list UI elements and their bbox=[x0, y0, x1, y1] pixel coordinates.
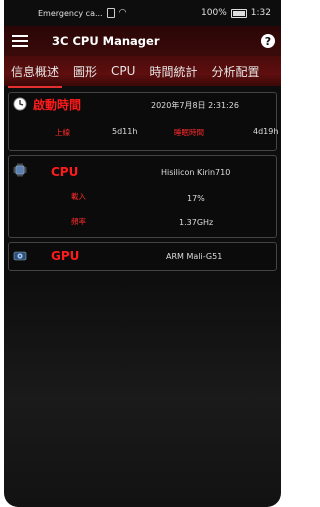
tab-graph[interactable]: 圖形 bbox=[66, 63, 104, 80]
boot-datetime: 2020年7月8日 2:31:26 bbox=[151, 101, 239, 110]
cpu-freq-label: 頻率 bbox=[71, 217, 86, 226]
uptime-card: 啟動時間 2020年7月8日 2:31:26 上線 5d11h 睡眠時間 4d1… bbox=[8, 92, 279, 151]
status-bar: Emergency ca... ◠ 100% 1:32 bbox=[4, 0, 281, 26]
phone-screen: Emergency ca... ◠ 100% 1:32 3C CPU Manag… bbox=[4, 0, 281, 507]
gpu-card: GPU ARM Mali-G51 bbox=[8, 242, 277, 271]
sleep-value: 4d19h bbox=[253, 127, 279, 136]
tab-cpu[interactable]: CPU bbox=[104, 64, 142, 78]
sleep-label: 睡眠時間 bbox=[174, 128, 204, 137]
help-icon[interactable]: ? bbox=[261, 34, 275, 48]
uptime-value: 5d11h bbox=[112, 127, 138, 136]
gpu-model: ARM Mali-G51 bbox=[166, 252, 223, 261]
cpu-model: Hisilicon Kirin710 bbox=[161, 168, 231, 177]
clock: 1:32 bbox=[250, 8, 271, 18]
uptime-label: 上線 bbox=[55, 128, 70, 137]
cpu-card: CPU Hisilicon Kirin710 載入 17% 頻率 1.37GHz bbox=[8, 155, 277, 238]
gpu-icon bbox=[13, 251, 27, 261]
tab-overview[interactable]: 信息概述 bbox=[4, 63, 66, 88]
tab-bar: 信息概述 圖形 CPU 時間統計 分析配置 bbox=[4, 56, 281, 88]
cpu-freq-value: 1.37GHz bbox=[179, 218, 214, 227]
cpu-load-label: 載入 bbox=[71, 192, 86, 201]
carrier-text: Emergency ca... bbox=[38, 8, 103, 18]
menu-icon[interactable] bbox=[12, 35, 28, 47]
gpu-title: GPU bbox=[51, 249, 80, 263]
app-bar: 3C CPU Manager ? bbox=[4, 26, 281, 56]
tab-time-stats[interactable]: 時間統計 bbox=[142, 63, 204, 80]
sim-icon bbox=[106, 8, 115, 18]
wifi-icon: ◠ bbox=[118, 8, 127, 18]
uptime-title: 啟動時間 bbox=[33, 98, 82, 112]
battery-percent: 100% bbox=[201, 8, 227, 18]
cpu-chip-icon bbox=[13, 163, 27, 177]
battery-icon bbox=[230, 8, 247, 18]
cpu-load-value: 17% bbox=[187, 194, 205, 203]
cpu-title: CPU bbox=[51, 165, 79, 179]
app-title: 3C CPU Manager bbox=[52, 34, 160, 48]
clock-icon bbox=[13, 97, 27, 111]
tab-analysis-config[interactable]: 分析配置 bbox=[204, 63, 266, 80]
